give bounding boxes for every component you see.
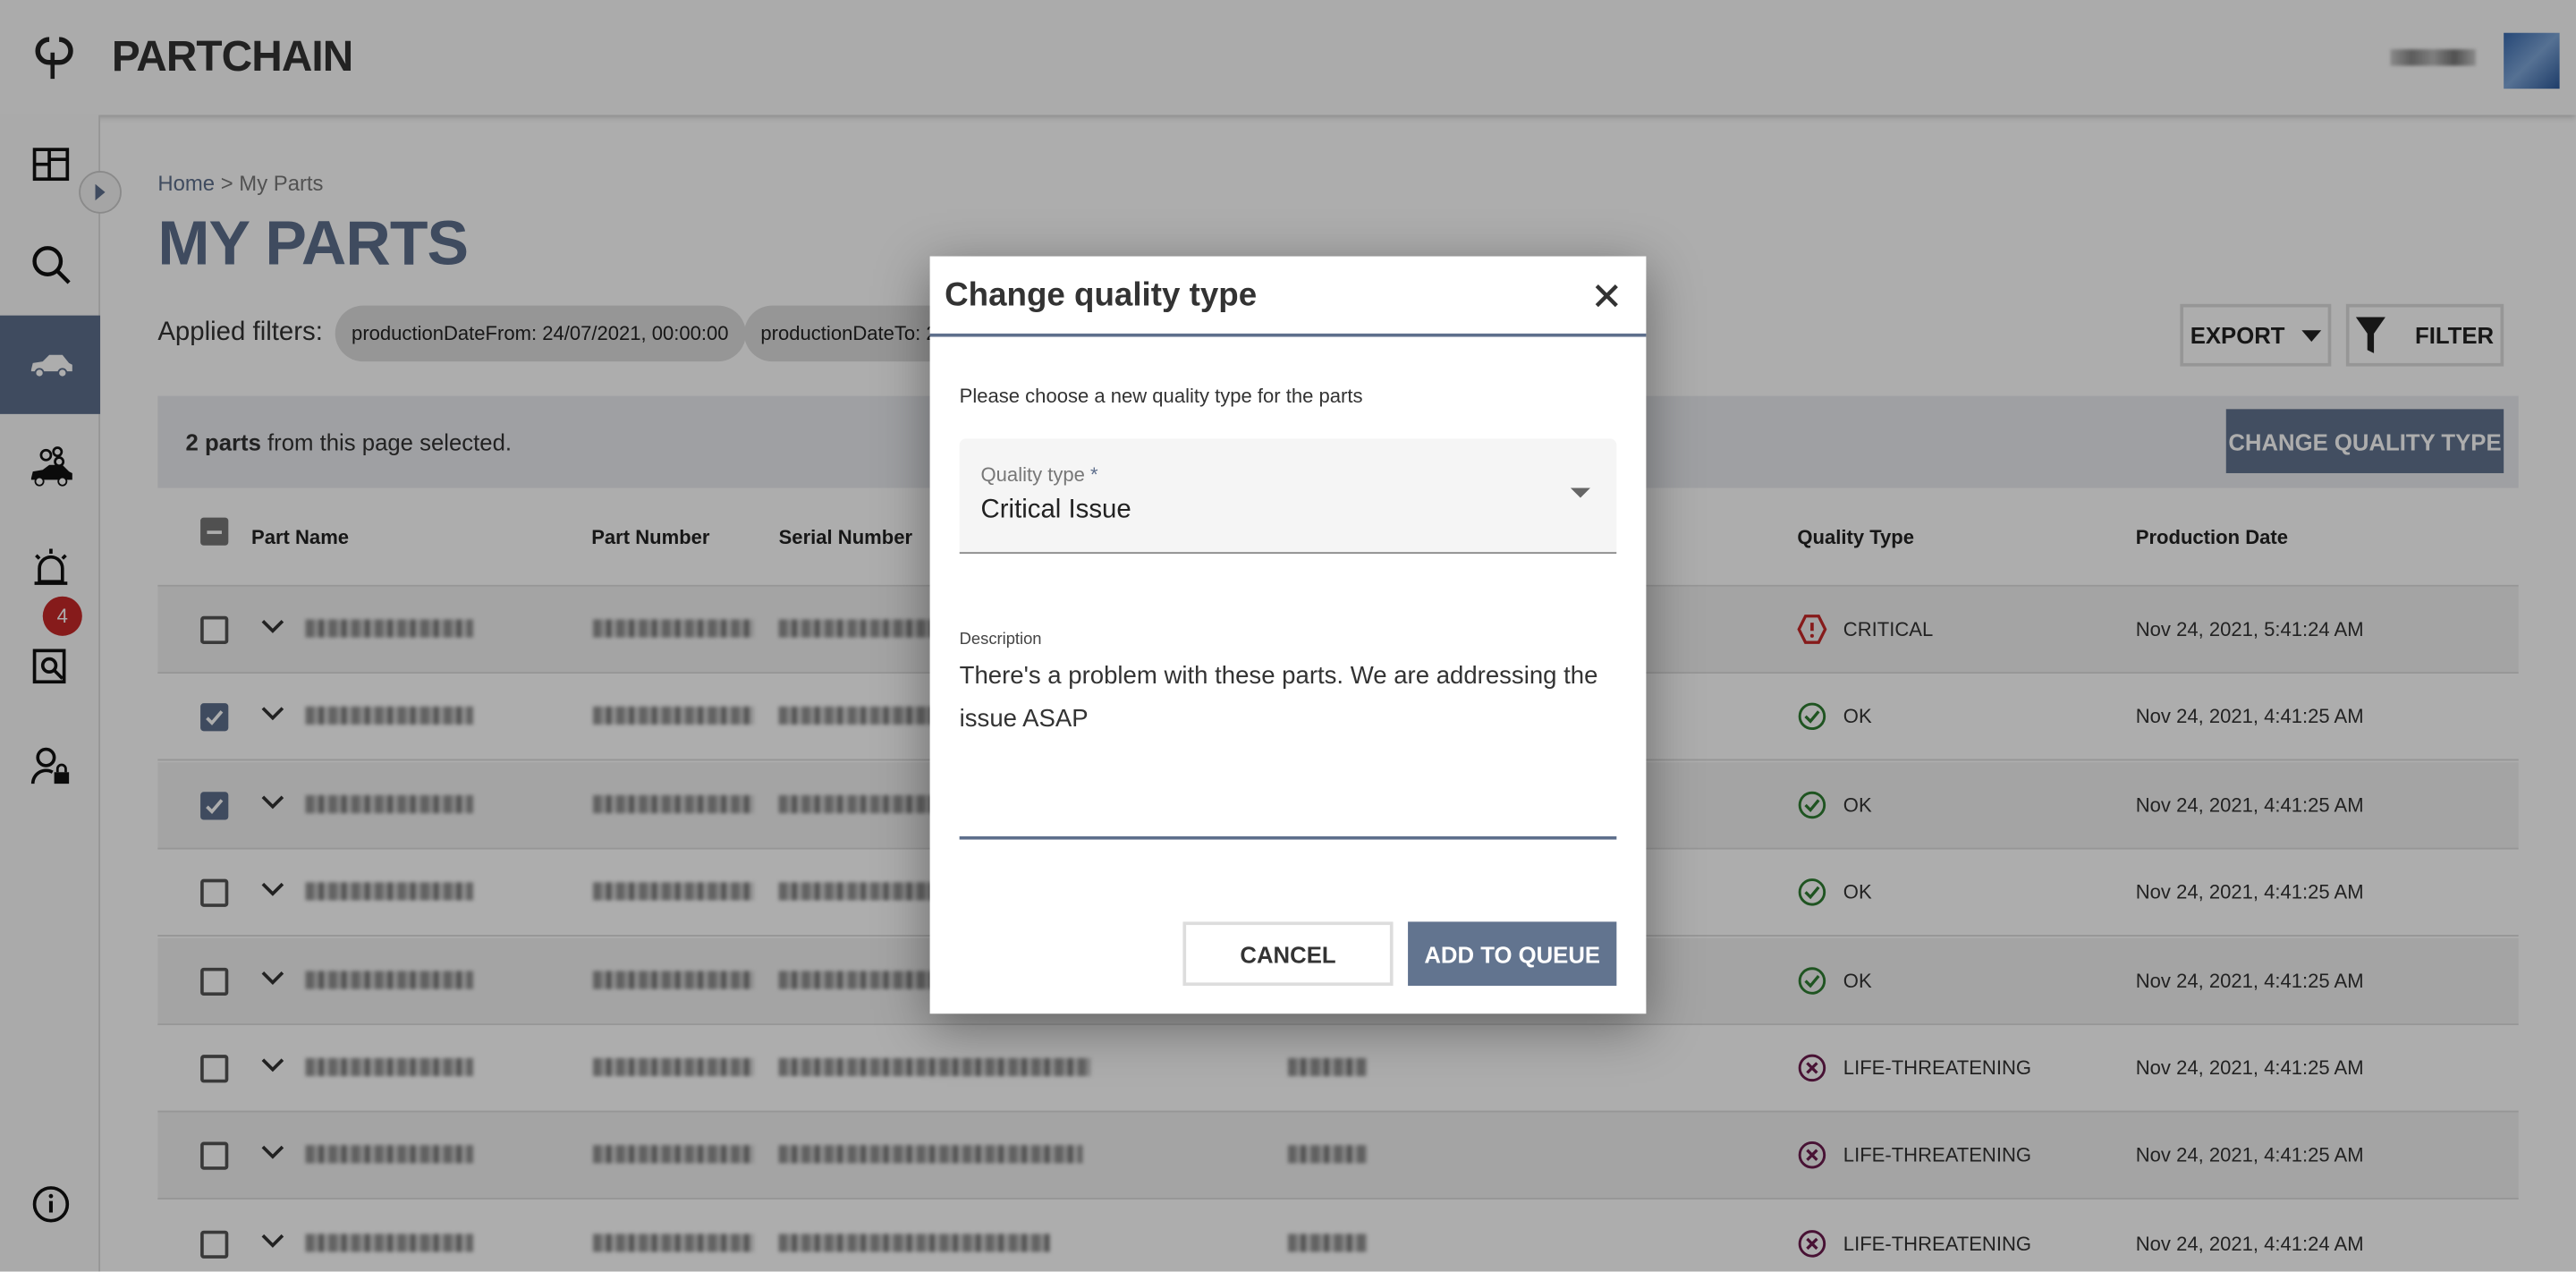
dialog-intro: Please choose a new quality type for the…: [959, 384, 1363, 408]
close-icon[interactable]: [1594, 283, 1620, 309]
dropdown-arrow-icon: [1570, 488, 1590, 498]
required-mark: *: [1084, 462, 1098, 487]
cancel-button[interactable]: CANCEL: [1182, 921, 1394, 987]
dialog-divider: [929, 333, 1647, 337]
description-textarea[interactable]: There's a problem with these parts. We a…: [959, 655, 1617, 840]
quality-type-value: Critical Issue: [980, 496, 1131, 524]
app: PARTCHAIN 4 Home > My Parts MY PARTS App…: [0, 0, 2576, 1272]
change-quality-dialog: Change quality type Please choose a new …: [929, 256, 1647, 1014]
quality-type-label: Quality type *: [981, 463, 1098, 487]
description-label: Description: [959, 631, 1042, 649]
quality-type-label-text: Quality type: [980, 462, 1085, 487]
dialog-title: Change quality type: [945, 277, 1258, 314]
quality-type-select[interactable]: Quality type * Critical Issue: [959, 438, 1617, 554]
add-to-queue-button[interactable]: ADD TO QUEUE: [1408, 921, 1617, 987]
